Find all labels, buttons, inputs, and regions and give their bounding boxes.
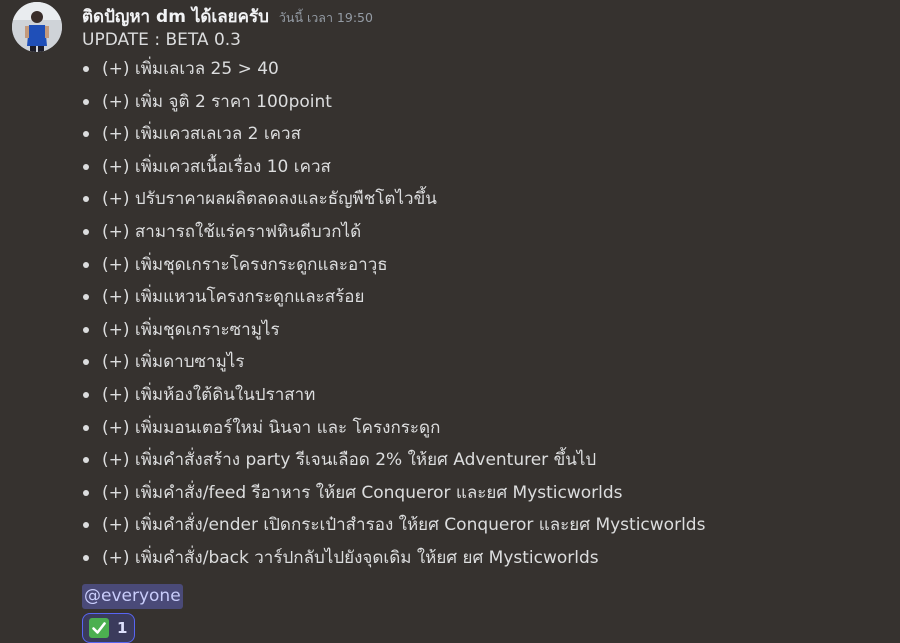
bullet-icon <box>83 131 89 138</box>
list-item: (+) เพิ่มเลเวล 25 > 40 <box>82 57 892 90</box>
bullet-icon <box>83 163 89 170</box>
everyone-mention[interactable]: @everyone <box>82 583 183 609</box>
list-item-text: (+) สามารถใช้แร่คราฟหินดีบวกได้ <box>102 221 362 242</box>
list-item-text: (+) เพิ่ม จูติ 2 ราคา 100point <box>102 91 332 112</box>
bullet-icon <box>83 326 89 333</box>
username[interactable]: ติดปัญหา dm ได้เลยครับ <box>82 3 269 30</box>
list-item: (+) เพิ่มมอนเตอร์ใหม่ นินจา และ โครงกระด… <box>82 416 892 449</box>
list-item: (+) เพิ่มดาบซามูไร <box>82 350 892 383</box>
list-item: (+) สามารถใช้แร่คราฟหินดีบวกได้ <box>82 220 892 253</box>
bullet-icon <box>83 294 89 301</box>
list-item-text: (+) เพิ่มคำสั่ง/feed รีอาหาร ให้ยศ Conqu… <box>102 482 623 503</box>
bullet-icon <box>83 98 89 105</box>
list-item: (+) เพิ่มคำสั่ง/ender เปิดกระเป๋าสำรอง ใ… <box>82 513 892 546</box>
user-avatar-icon <box>12 2 62 52</box>
list-item-text: (+) เพิ่มแหวนโครงกระดูกและสร้อย <box>102 287 365 308</box>
bullet-icon <box>83 457 89 464</box>
list-item: (+) เพิ่ม จูติ 2 ราคา 100point <box>82 90 892 123</box>
avatar[interactable] <box>12 2 62 52</box>
list-item: (+) เพิ่มคำสั่ง/feed รีอาหาร ให้ยศ Conqu… <box>82 481 892 514</box>
version-line: UPDATE : BETA 0.3 <box>82 30 241 50</box>
list-item: (+) เพิ่มเควสเนื้อเรื่อง 10 เควส <box>82 155 892 188</box>
list-item: (+) เพิ่มคำสั่งสร้าง party รีเจนเลือด 2%… <box>82 448 892 481</box>
reactions-bar: 1 <box>82 612 892 643</box>
message-content: UPDATE : BETA 0.3 (+) เพิ่มเลเวล 25 > 40… <box>82 28 892 643</box>
list-item-text: (+) เพิ่มคำสั่งสร้าง party รีเจนเลือด 2%… <box>102 450 597 471</box>
bullet-icon <box>83 66 89 72</box>
bullet-icon <box>83 489 89 496</box>
timestamp: วันนี้ เวลา 19:50 <box>278 10 373 25</box>
list-item: (+) เพิ่มห้องใต้ดินในปราสาท <box>82 383 892 416</box>
bullet-icon <box>83 196 89 203</box>
list-item: (+) เพิ่มชุดเกราะโครงกระดูกและอาวุธ <box>82 253 892 286</box>
list-item: (+) ปรับราคาผลผลิตลดลงและธัญพืชโตไวขึ้น <box>82 187 892 220</box>
list-item-text: (+) เพิ่มเควสเนื้อเรื่อง 10 เควส <box>102 156 331 177</box>
bullet-icon <box>83 424 89 431</box>
list-item-text: (+) เพิ่มมอนเตอร์ใหม่ นินจา และ โครงกระด… <box>102 417 441 438</box>
list-item-text: (+) เพิ่มคำสั่ง/ender เปิดกระเป๋าสำรอง ใ… <box>102 515 706 536</box>
chat-message: ติดปัญหา dm ได้เลยครับ วันนี้ เวลา 19:50… <box>0 0 900 643</box>
reaction-button[interactable]: 1 <box>82 612 136 643</box>
reaction-count: 1 <box>117 618 128 637</box>
list-item: (+) เพิ่มเควสเลเวล 2 เควส <box>82 122 892 155</box>
list-item: (+) เพิ่มคำสั่ง/back วาร์ปกลับไปยังจุดเด… <box>82 546 892 579</box>
list-item: (+) เพิ่มชุดเกราะซามูไร <box>82 318 892 351</box>
message-header: ติดปัญหา dm ได้เลยครับ วันนี้ เวลา 19:50 <box>82 3 373 27</box>
list-item-text: (+) เพิ่มดาบซามูไร <box>102 352 245 373</box>
bullet-icon <box>83 522 89 529</box>
bullet-icon <box>83 554 89 561</box>
bullet-icon <box>83 391 89 398</box>
list-item-text: (+) เพิ่มเควสเลเวล 2 เควส <box>102 124 301 145</box>
list-item-text: (+) ปรับราคาผลผลิตลดลงและธัญพืชโตไวขึ้น <box>102 189 437 210</box>
list-item-text: (+) เพิ่มเลเวล 25 > 40 <box>102 59 279 79</box>
bullet-icon <box>83 228 89 235</box>
list-item-text: (+) เพิ่มชุดเกราะซามูไร <box>102 319 280 340</box>
list-item-text: (+) เพิ่มห้องใต้ดินในปราสาท <box>102 384 316 405</box>
list-item-text: (+) เพิ่มชุดเกราะโครงกระดูกและอาวุธ <box>102 254 388 275</box>
bullet-icon <box>83 359 89 366</box>
white-check-mark-icon <box>89 617 109 638</box>
bullet-icon <box>83 261 89 268</box>
list-item: (+) เพิ่มแหวนโครงกระดูกและสร้อย <box>82 285 892 318</box>
changelog-list: (+) เพิ่มเลเวล 25 > 40 (+) เพิ่ม จูติ 2 … <box>82 57 892 579</box>
list-item-text: (+) เพิ่มคำสั่ง/back วาร์ปกลับไปยังจุดเด… <box>102 547 599 568</box>
